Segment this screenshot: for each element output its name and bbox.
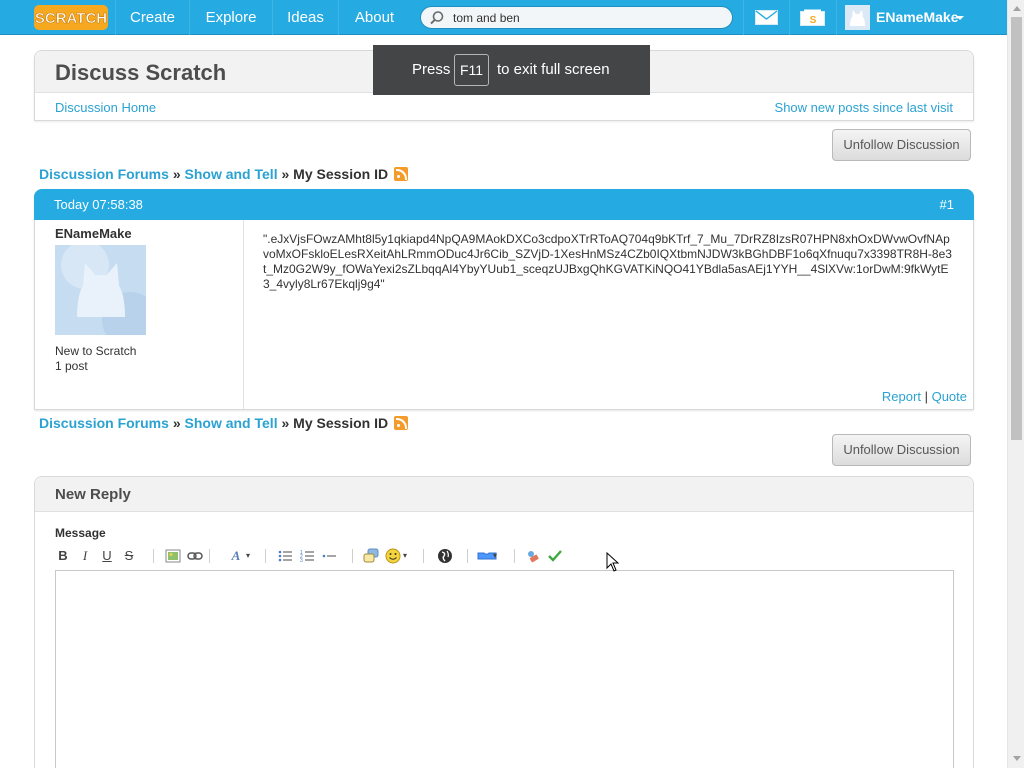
- envelope-icon: [755, 10, 778, 25]
- fullscreen-notice-text: to exit full screen: [497, 61, 610, 78]
- breadcrumb-separator: »: [172, 415, 181, 431]
- search-icon: [430, 11, 444, 25]
- nav-create[interactable]: Create: [115, 0, 189, 35]
- chevron-down-icon: [956, 16, 964, 20]
- breadcrumb-separator: »: [172, 166, 181, 182]
- discussion-home-link[interactable]: Discussion Home: [55, 100, 156, 115]
- breadcrumb-separator: »: [281, 415, 290, 431]
- numbered-list-icon[interactable]: 1 2 3: [299, 546, 315, 566]
- toolbar-separator: [352, 549, 353, 563]
- page-title: Discuss Scratch: [55, 60, 227, 85]
- toolbar-separator: [467, 549, 468, 563]
- mouse-cursor-icon: [606, 552, 620, 572]
- breadcrumb-topic: My Session ID: [293, 166, 389, 182]
- clean-formatting-icon[interactable]: [525, 546, 541, 566]
- breadcrumb-separator: »: [281, 166, 290, 182]
- post-body: ".eJxVjsFOwzAMht8l5y1qkiapd4NpQA9MAokDXC…: [263, 232, 952, 291]
- quote-link[interactable]: Quote: [932, 389, 967, 404]
- rss-feed-icon[interactable]: [393, 167, 408, 181]
- toolbar-separator: [514, 549, 515, 563]
- new-reply-box: New Reply Message B I U S A ▾ 1 2 3 ▾ ▾: [34, 476, 974, 768]
- quote-icon[interactable]: [363, 546, 379, 566]
- toolbar-separator: [153, 549, 154, 563]
- editor-toolbar: B I U S A ▾ 1 2 3 ▾ ▾: [55, 546, 575, 566]
- chevron-down-icon[interactable]: ▾: [491, 546, 499, 566]
- post-header: Today 07:58:38 #1: [34, 189, 974, 220]
- search-input[interactable]: [453, 9, 723, 26]
- forum-post: Today 07:58:38 #1 ENameMake New to Scrat…: [34, 189, 974, 410]
- scratch-logo[interactable]: SCRATCH: [34, 5, 108, 30]
- scratch-cat-avatar-icon: [55, 245, 146, 335]
- bold-button[interactable]: B: [55, 546, 71, 566]
- nav-about[interactable]: About: [338, 0, 410, 35]
- breadcrumb-topic: My Session ID: [293, 415, 389, 431]
- new-posts-link[interactable]: Show new posts since last visit: [775, 100, 953, 115]
- nav-ideas[interactable]: Ideas: [272, 0, 338, 35]
- rss-feed-icon[interactable]: [393, 416, 408, 430]
- toolbar-separator: [209, 549, 210, 563]
- f11-key: F11: [454, 54, 489, 86]
- svg-text:3: 3: [300, 558, 303, 564]
- message-label: Message: [55, 526, 106, 540]
- insert-image-icon[interactable]: [165, 546, 181, 566]
- scroll-up-arrow-icon[interactable]: [1013, 6, 1021, 11]
- new-reply-title: New Reply: [55, 486, 131, 503]
- top-nav: SCRATCH Create Explore Ideas About S: [0, 0, 1007, 35]
- toolbar-separator: [265, 549, 266, 563]
- breadcrumb-forums-link[interactable]: Discussion Forums: [39, 166, 169, 182]
- breadcrumb: Discussion Forums » Show and Tell » My S…: [39, 166, 408, 182]
- unfollow-discussion-button[interactable]: Unfollow Discussion: [832, 434, 971, 466]
- my-stuff-button[interactable]: S: [789, 0, 836, 35]
- bulleted-list-icon[interactable]: [277, 546, 293, 566]
- page-scrollbar[interactable]: [1007, 0, 1024, 768]
- username: ENameMake: [876, 9, 959, 25]
- report-link[interactable]: Report: [882, 389, 921, 404]
- scratch-cat-avatar-icon: [846, 6, 869, 29]
- fullscreen-notice-press: Press: [412, 61, 451, 78]
- checkmark-icon[interactable]: [547, 546, 563, 566]
- scrollbar-thumb[interactable]: [1011, 17, 1022, 440]
- messages-button[interactable]: [743, 0, 789, 35]
- post-author-post-count: 1 post: [55, 359, 88, 373]
- breadcrumb-section-link[interactable]: Show and Tell: [185, 166, 278, 182]
- post-number[interactable]: #1: [940, 197, 954, 212]
- post-date[interactable]: Today 07:58:38: [54, 197, 143, 212]
- post-actions: Report | Quote: [882, 389, 967, 404]
- account-menu[interactable]: ENameMake: [836, 0, 1007, 35]
- search-box[interactable]: [420, 6, 733, 29]
- post-author-rank: New to Scratch: [55, 344, 137, 358]
- chevron-down-icon[interactable]: ▾: [401, 546, 409, 566]
- chevron-down-icon[interactable]: ▾: [244, 546, 252, 566]
- svg-text:SCRATCH: SCRATCH: [35, 10, 107, 27]
- list-item-icon[interactable]: [321, 546, 337, 566]
- font-style-button[interactable]: A: [229, 546, 243, 566]
- folder-icon: S: [800, 9, 825, 26]
- post-actions-separator: |: [924, 389, 928, 404]
- post-author-name[interactable]: ENameMake: [55, 226, 132, 241]
- scroll-down-arrow-icon[interactable]: [1013, 756, 1021, 761]
- post-author-panel: ENameMake New to Scratch 1 post: [35, 220, 244, 409]
- nav-explore[interactable]: Explore: [189, 0, 272, 35]
- svg-text:S: S: [810, 15, 817, 26]
- fullscreen-notice: Press F11 to exit full screen: [373, 45, 650, 95]
- breadcrumb-forums-link[interactable]: Discussion Forums: [39, 415, 169, 431]
- underline-button[interactable]: U: [99, 546, 115, 566]
- unfollow-discussion-button[interactable]: Unfollow Discussion: [832, 129, 971, 161]
- toolbar-separator: [423, 549, 424, 563]
- breadcrumb-bottom: Discussion Forums » Show and Tell » My S…: [39, 415, 408, 431]
- italic-button[interactable]: I: [77, 546, 93, 566]
- breadcrumb-section-link[interactable]: Show and Tell: [185, 415, 278, 431]
- post-author-avatar[interactable]: [55, 245, 146, 335]
- globe-icon[interactable]: [437, 546, 453, 566]
- insert-link-icon[interactable]: [187, 546, 203, 566]
- strikethrough-button[interactable]: S: [121, 546, 137, 566]
- avatar: [845, 5, 870, 30]
- message-textarea[interactable]: [55, 570, 954, 768]
- new-reply-header: New Reply: [35, 477, 973, 512]
- smiley-icon[interactable]: [385, 546, 401, 566]
